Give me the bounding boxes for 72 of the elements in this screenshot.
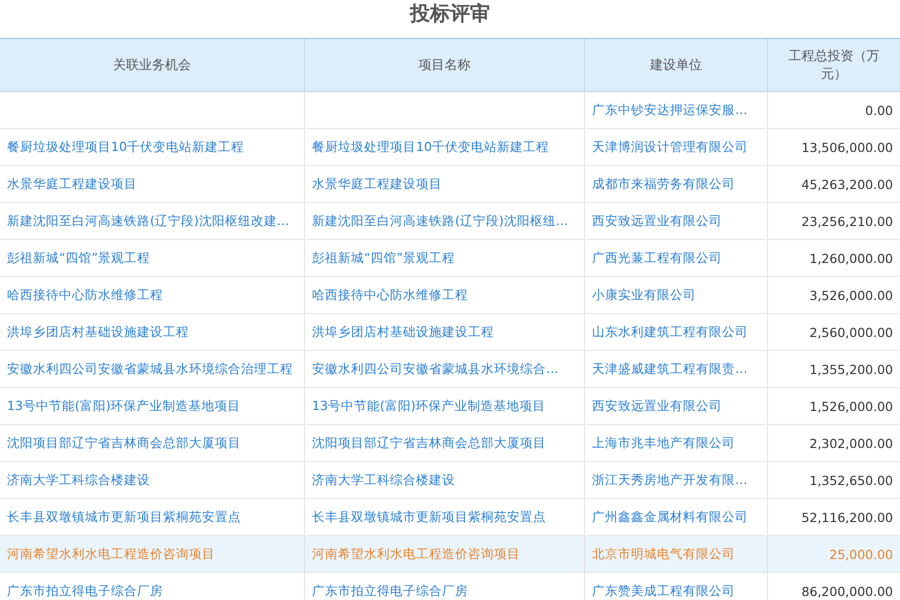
company-cell[interactable]: 广州鑫鑫金属材料有限公司 [592, 508, 748, 526]
project-name-cell[interactable]: 水景华庭工程建设项目 [312, 176, 442, 192]
column-header: 项目名称 [305, 39, 585, 91]
company-cell[interactable]: 西安致远置业有限公司 [592, 398, 722, 414]
table-row[interactable]: 沈阳项目部辽宁省吉林商会总部大厦项目 沈阳项目部辽宁省吉林商会总部大厦项目 上海市兆丰地产有限公司 2,302,000.00 [0, 425, 900, 462]
investment-cell: 0.00 [865, 102, 893, 118]
project-name-cell[interactable]: 河南希望水利水电工程造价咨询项目 [312, 546, 520, 562]
table-row[interactable]: 广东中钞安达押运保安服… 0.00 [0, 92, 900, 129]
company-cell[interactable]: 广东赞美成工程有限公司 [592, 582, 735, 600]
table-row[interactable]: 济南大学工科综合楼建设 济南大学工科综合楼建设 浙江天秀房地产开发有限… 1,352,650.00 [0, 462, 900, 499]
investment-cell: 3,526,000.00 [810, 288, 893, 302]
investment-cell: 25,000.00 [829, 546, 893, 562]
opportunity-cell[interactable]: 彭祖新城“四馆”景观工程 [7, 250, 150, 266]
investment-cell: 23,256,210.00 [802, 214, 893, 228]
opportunity-cell[interactable]: 广东市拍立得电子综合厂房 [7, 582, 163, 600]
company-cell[interactable]: 天津盛威建筑工程有限责… [592, 360, 748, 378]
project-name-cell[interactable]: 广东市拍立得电子综合厂房 [312, 582, 468, 600]
opportunity-cell[interactable]: 长丰县双墩镇城市更新项目紫桐苑安置点 [7, 508, 241, 526]
table-row[interactable]: 安徽水利四公司安徽省蒙城县水环境综合治理工程 安徽水利四公司安徽省蒙城县水环境综合… 天津盛威建筑工程有限责… 1,355,200.00 [0, 351, 900, 388]
page-title: 投标评审 [408, 0, 491, 27]
company-cell[interactable]: 小康实业有限公司 [592, 286, 696, 304]
table-row[interactable]: 河南希望水利水电工程造价咨询项目 河南希望水利水电工程造价咨询项目 北京市明城电气有限公司 25,000.00 [0, 536, 900, 573]
company-cell[interactable]: 广西光蒹工程有限公司 [592, 250, 722, 266]
project-name-cell[interactable]: 餐厨垃圾处理项目10千伏变电站新建工程 [312, 138, 549, 156]
table-row[interactable]: 长丰县双墩镇城市更新项目紫桐苑安置点 长丰县双墩镇城市更新项目紫桐苑安置点 广州鑫鑫金属材料有限公司 52,116,200.00 [0, 499, 900, 536]
investment-cell: 45,263,200.00 [802, 176, 893, 192]
opportunity-cell[interactable]: 沈阳项目部辽宁省吉林商会总部大厦项目 [7, 434, 241, 452]
investment-cell: 1,352,650.00 [810, 472, 893, 488]
column-header: 工程总投资（万元） [788, 48, 880, 84]
opportunity-cell[interactable]: 水景华庭工程建设项目 [7, 176, 137, 192]
investment-cell: 2,560,000.00 [810, 324, 893, 340]
project-name-cell[interactable]: 新建沈阳至白河高速铁路(辽宁段)沈阳枢纽… [312, 212, 568, 230]
table-row[interactable]: 新建沈阳至白河高速铁路(辽宁段)沈阳枢纽改建… 新建沈阳至白河高速铁路(辽宁段)沈阳枢纽… 西安致远置业有限公司 23,256,210.00 [0, 203, 900, 240]
investment-cell: 1,260,000.00 [810, 250, 893, 266]
column-header: 关联业务机会 [0, 39, 305, 91]
project-name-cell[interactable]: 沈阳项目部辽宁省吉林商会总部大厦项目 [312, 434, 546, 452]
table-row[interactable]: 13号中节能(富阳)环保产业制造基地项目 13号中节能(富阳)环保产业制造基地项目 西安致远置业有限公司 1,526,000.00 [0, 388, 900, 425]
opportunity-cell[interactable]: 餐厨垃圾处理项目10千伏变电站新建工程 [7, 138, 244, 156]
project-name-cell[interactable]: 洪埠乡团店村基础设施建设工程 [312, 324, 494, 340]
table-row[interactable]: 彭祖新城“四馆”景观工程 彭祖新城“四馆”景观工程 广西光蒹工程有限公司 1,260,000.00 [0, 240, 900, 277]
opportunity-cell[interactable]: 济南大学工科综合楼建设 [7, 472, 150, 488]
opportunity-cell[interactable]: 洪埠乡团店村基础设施建设工程 [7, 324, 189, 340]
opportunity-cell[interactable]: 新建沈阳至白河高速铁路(辽宁段)沈阳枢纽改建… [7, 212, 290, 230]
table-row[interactable]: 哈西接待中心防水维修工程 哈西接待中心防水维修工程 小康实业有限公司 3,526,000.00 [0, 277, 900, 314]
opportunity-cell[interactable]: 河南希望水利水电工程造价咨询项目 [7, 546, 215, 562]
investment-cell: 2,302,000.00 [810, 436, 893, 450]
company-cell[interactable]: 西安致远置业有限公司 [592, 212, 722, 230]
table-row[interactable]: 餐厨垃圾处理项目10千伏变电站新建工程 餐厨垃圾处理项目10千伏变电站新建工程 天津博润设计管理有限公司 13,506,000.00 [0, 129, 900, 166]
project-name-cell[interactable]: 彭祖新城“四馆”景观工程 [312, 250, 455, 266]
company-cell[interactable]: 天津博润设计管理有限公司 [592, 138, 748, 156]
investment-cell: 1,526,000.00 [810, 398, 893, 414]
project-name-cell[interactable]: 长丰县双墩镇城市更新项目紫桐苑安置点 [312, 508, 546, 526]
investment-cell: 86,200,000.00 [802, 584, 893, 598]
company-cell[interactable]: 成都市来福劳务有限公司 [592, 176, 735, 192]
company-cell[interactable]: 上海市兆丰地产有限公司 [592, 434, 735, 452]
table-row[interactable]: 洪埠乡团店村基础设施建设工程 洪埠乡团店村基础设施建设工程 山东水利建筑工程有限公司 2,560,000.00 [0, 314, 900, 351]
project-name-cell[interactable]: 哈西接待中心防水维修工程 [312, 286, 468, 304]
company-cell[interactable]: 北京市明城电气有限公司 [592, 546, 735, 562]
column-header: 建设单位 [585, 39, 768, 91]
project-name-cell[interactable]: 13号中节能(富阳)环保产业制造基地项目 [312, 398, 546, 414]
investment-cell: 52,116,200.00 [802, 510, 893, 524]
project-name-cell[interactable]: 安徽水利四公司安徽省蒙城县水环境综合… [312, 360, 558, 378]
investment-cell: 1,355,200.00 [810, 362, 893, 376]
company-cell[interactable]: 广东中钞安达押运保安服… [592, 102, 748, 118]
company-cell[interactable]: 山东水利建筑工程有限公司 [592, 324, 748, 340]
company-cell[interactable]: 浙江天秀房地产开发有限… [592, 472, 748, 488]
table-row[interactable]: 水景华庭工程建设项目 水景华庭工程建设项目 成都市来福劳务有限公司 45,263,200.00 [0, 166, 900, 203]
opportunity-cell[interactable]: 安徽水利四公司安徽省蒙城县水环境综合治理工程 [7, 360, 293, 378]
opportunity-cell[interactable]: 哈西接待中心防水维修工程 [7, 286, 163, 304]
opportunity-cell[interactable]: 13号中节能(富阳)环保产业制造基地项目 [7, 398, 241, 414]
project-name-cell[interactable]: 济南大学工科综合楼建设 [312, 472, 455, 488]
investment-cell: 13,506,000.00 [802, 140, 893, 154]
